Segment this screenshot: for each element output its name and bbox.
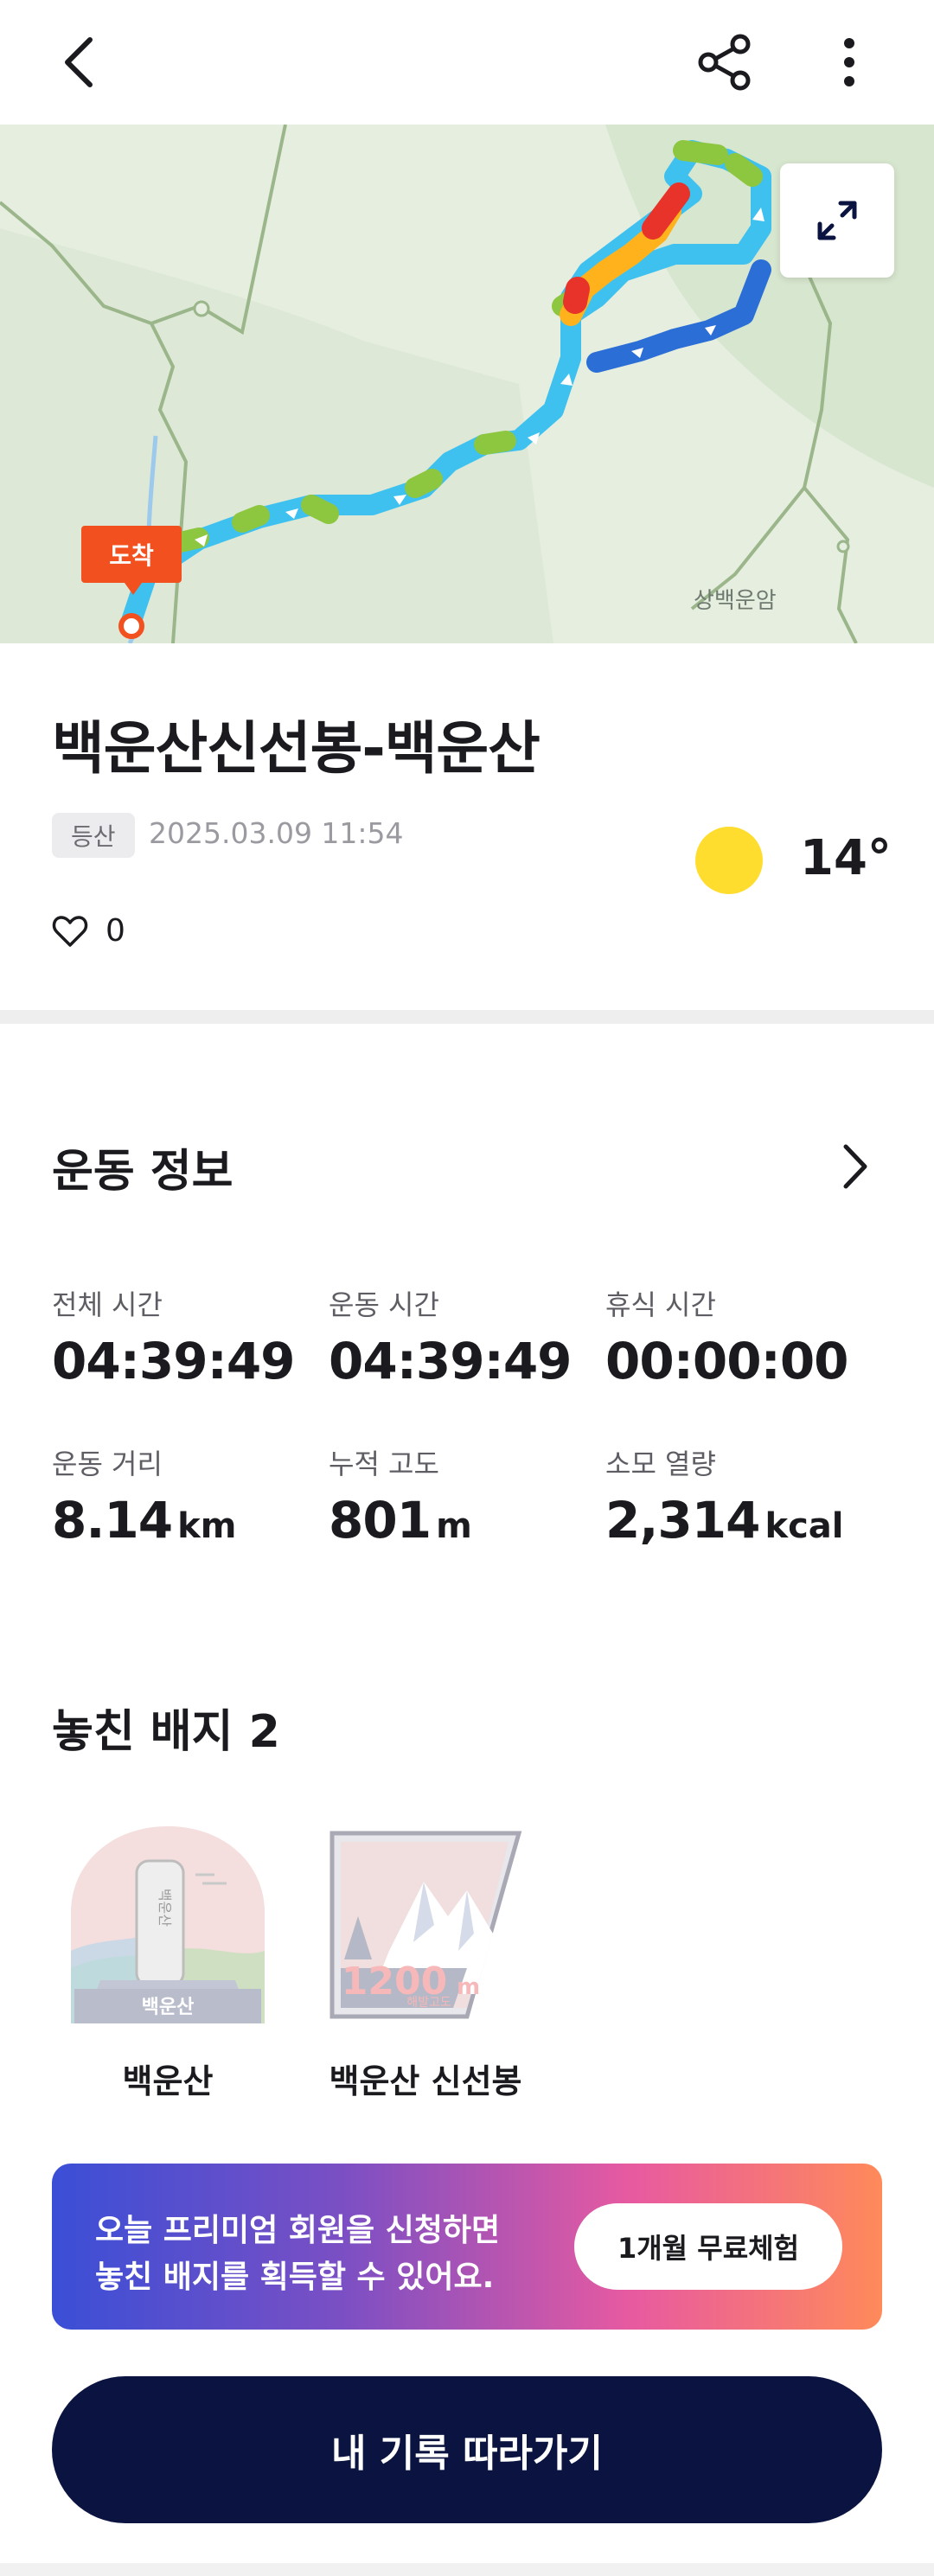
stat-value: 801 m bbox=[329, 1491, 472, 1550]
expand-icon bbox=[817, 201, 857, 240]
svg-text:m: m bbox=[457, 1974, 480, 2000]
stat-elevation-gain: 누적 고도 801 m bbox=[329, 1442, 472, 1550]
premium-promo-banner: 오늘 프리미엄 회원을 신청하면 놓친 배지를 획득할 수 있어요. 1개월 무… bbox=[52, 2164, 882, 2330]
stat-value: 00:00:00 bbox=[605, 1332, 849, 1390]
more-vertical-icon bbox=[844, 38, 854, 86]
stat-value: 2,314 kcal bbox=[605, 1491, 844, 1550]
missed-badges-heading: 놓친 배지 2 bbox=[52, 1706, 280, 1758]
badge-sinseonbong-image: 1200 m 해발고도 bbox=[329, 1831, 522, 2019]
chevron-right-icon bbox=[843, 1144, 867, 1189]
stat-distance: 운동 거리 8.14 km bbox=[52, 1442, 236, 1550]
activity-datetime: 2025.03.09 11:54 bbox=[149, 816, 404, 850]
badge-baegunsan-image: 백운산 백운산 bbox=[71, 1826, 265, 2023]
stat-label: 누적 고도 bbox=[329, 1448, 439, 1480]
stat-label: 휴식 시간 bbox=[605, 1288, 716, 1321]
stat-label: 운동 거리 bbox=[52, 1448, 163, 1480]
badge-name: 백운산 bbox=[122, 2062, 214, 2100]
more-options-button[interactable] bbox=[823, 29, 875, 95]
stat-rest-time: 휴식 시간 00:00:00 bbox=[605, 1283, 849, 1390]
like-count: 0 bbox=[106, 913, 125, 949]
follow-my-record-button[interactable]: 내 기록 따라가기 bbox=[52, 2376, 882, 2523]
stat-value: 04:39:49 bbox=[52, 1332, 296, 1390]
section-divider bbox=[0, 1010, 934, 1024]
badge-baegunsan-sinseonbong[interactable]: 1200 m 해발고도 백운산 신선봉 bbox=[320, 1821, 531, 2102]
stat-unit: m bbox=[436, 1506, 472, 1546]
promo-text-line2: 놓친 배지를 획득할 수 있어요. bbox=[95, 2260, 495, 2295]
share-icon bbox=[698, 34, 751, 91]
stat-exercise-time: 운동 시간 04:39:49 bbox=[329, 1283, 573, 1390]
heart-icon bbox=[52, 915, 88, 947]
badge-name: 백운산 신선봉 bbox=[329, 2062, 522, 2100]
stat-label: 전체 시간 bbox=[52, 1288, 163, 1321]
chevron-left-icon bbox=[65, 37, 93, 87]
back-button[interactable] bbox=[52, 29, 104, 95]
route-map[interactable]: 도착 상백운암 bbox=[0, 125, 934, 643]
stat-unit: kcal bbox=[764, 1506, 844, 1546]
badge-baegunsan[interactable]: 백운산 백운산 백운산 bbox=[66, 1821, 270, 2102]
activity-type-tag: 등산 bbox=[52, 813, 135, 858]
stat-unit: km bbox=[177, 1506, 237, 1546]
svg-text:해발고도: 해발고도 bbox=[406, 1996, 451, 2010]
stat-calories: 소모 열량 2,314 kcal bbox=[605, 1442, 843, 1550]
stat-value: 04:39:49 bbox=[329, 1332, 573, 1390]
activity-title: 백운산신선봉-백운산 bbox=[52, 715, 541, 782]
exercise-info-heading: 운동 정보 bbox=[52, 1146, 234, 1198]
stat-label: 운동 시간 bbox=[329, 1288, 439, 1321]
promo-text-line1: 오늘 프리미엄 회원을 신청하면 bbox=[95, 2213, 501, 2248]
map-place-label: 상백운암 bbox=[694, 588, 777, 614]
exercise-info-detail-button[interactable] bbox=[837, 1140, 872, 1193]
bottom-edge bbox=[0, 2563, 934, 2576]
share-button[interactable] bbox=[692, 29, 758, 95]
svg-text:백운산: 백운산 bbox=[142, 1997, 195, 2018]
like-button[interactable]: 0 bbox=[52, 913, 125, 949]
svg-text:백운산: 백운산 bbox=[157, 1889, 173, 1927]
arrival-marker: 도착 bbox=[81, 526, 182, 595]
expand-map-button[interactable] bbox=[780, 163, 894, 278]
temperature: 14° bbox=[800, 830, 892, 886]
sun-icon bbox=[695, 827, 763, 894]
stat-total-time: 전체 시간 04:39:49 bbox=[52, 1283, 296, 1390]
stat-label: 소모 열량 bbox=[605, 1448, 716, 1480]
stat-value: 8.14 km bbox=[52, 1491, 237, 1550]
top-app-bar bbox=[0, 0, 934, 125]
free-trial-button[interactable]: 1개월 무료체험 bbox=[574, 2203, 842, 2290]
